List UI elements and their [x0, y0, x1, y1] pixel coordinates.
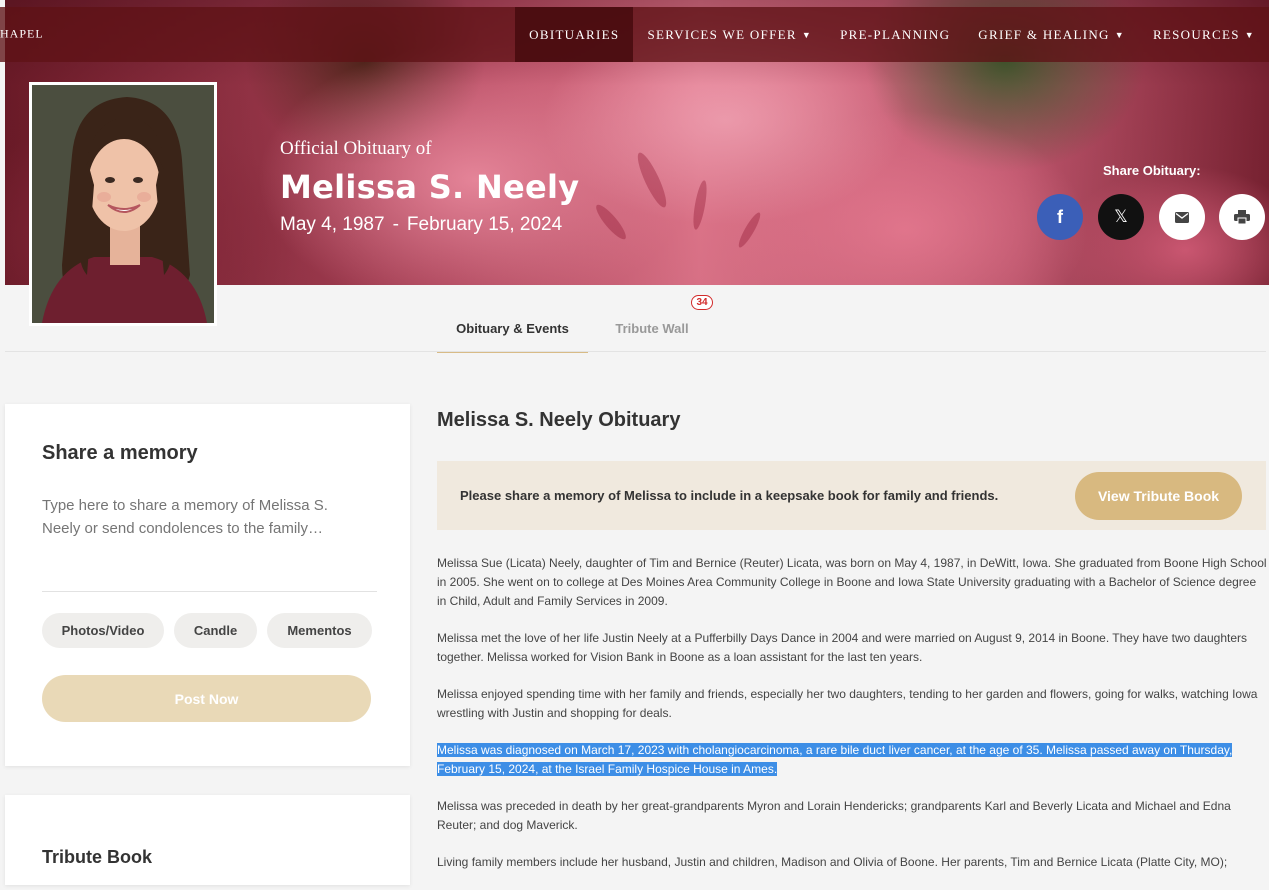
photos-video-button[interactable]: Photos/Video — [42, 613, 164, 648]
selected-text: Melissa was diagnosed on March 17, 2023 … — [437, 743, 1233, 776]
obituary-paragraph: Melissa enjoyed spending time with her f… — [437, 687, 1258, 720]
print-button[interactable] — [1219, 194, 1265, 240]
share-obituary-label: Share Obituary: — [1103, 163, 1201, 178]
x-logo-icon: 𝕏 — [1114, 207, 1128, 226]
printer-icon — [1234, 210, 1250, 224]
death-date: February 15, 2024 — [406, 214, 563, 235]
share-x-button[interactable]: 𝕏 — [1098, 194, 1144, 240]
obituary-paragraph: Living family members include her husban… — [437, 855, 1228, 869]
candle-button[interactable]: Candle — [174, 613, 257, 648]
caret-down-icon: ▼ — [1114, 29, 1125, 40]
memory-textarea[interactable] — [42, 494, 362, 594]
mail-icon — [1175, 211, 1189, 223]
obituary-paragraph-highlighted: Melissa was diagnosed on March 17, 2023 … — [437, 741, 1267, 779]
memory-divider — [42, 591, 377, 592]
life-dates: May 4, 1987- February 15, 2024 — [280, 214, 579, 236]
brand-logo-text[interactable]: HAPEL — [0, 27, 44, 42]
deceased-photo[interactable] — [29, 82, 217, 326]
date-separator: - — [392, 214, 399, 235]
obituary-paragraph: Melissa Sue (Licata) Neely, daughter of … — [437, 556, 1267, 608]
share-email-button[interactable] — [1159, 194, 1205, 240]
top-nav: HAPEL OBITUARIES SERVICES WE OFFER ▼ PRE-… — [0, 7, 1269, 62]
deceased-name: Melissa S. Neely — [280, 168, 580, 206]
hero-text: Official Obituary of Melissa S. Neely Ma… — [280, 138, 579, 236]
tabs-divider — [5, 351, 1266, 352]
caret-down-icon: ▼ — [801, 29, 813, 40]
obituary-paragraph: Melissa was preceded in death by her gre… — [437, 799, 1231, 832]
birth-date: May 4, 1987 — [280, 214, 385, 235]
nav-pre-planning[interactable]: PRE-PLANNING — [826, 7, 964, 62]
nav-services[interactable]: SERVICES WE OFFER ▼ — [633, 7, 826, 62]
nav-resources[interactable]: RESOURCES ▼ — [1139, 7, 1269, 62]
mementos-button[interactable]: Mementos — [267, 613, 372, 648]
obituary-body: Melissa Sue (Licata) Neely, daughter of … — [437, 554, 1267, 890]
nav-grief-healing[interactable]: GRIEF & HEALING ▼ — [964, 7, 1139, 62]
tab-tribute-wall[interactable]: Tribute Wall — [600, 305, 704, 351]
obituary-heading: Melissa S. Neely Obituary — [437, 409, 681, 431]
facebook-icon: f — [1057, 206, 1063, 227]
tribute-banner-message: Please share a memory of Melissa to incl… — [460, 488, 999, 503]
share-memory-card: Share a memory Photos/Video Candle Memen… — [5, 404, 410, 766]
tribute-count-badge: 34 — [691, 295, 713, 310]
tribute-book-card: Tribute Book — [5, 795, 410, 885]
nav-obituaries[interactable]: OBITUARIES — [515, 7, 634, 62]
tribute-book-title: Tribute Book — [42, 847, 153, 867]
tribute-book-banner: Please share a memory of Melissa to incl… — [437, 461, 1266, 530]
obituary-paragraph: Melissa met the love of her life Justin … — [437, 631, 1248, 664]
post-now-button[interactable]: Post Now — [42, 675, 371, 722]
share-memory-title: Share a memory — [42, 442, 198, 464]
tab-obituary-events[interactable]: Obituary & Events — [437, 305, 588, 353]
caret-down-icon: ▼ — [1244, 29, 1255, 40]
view-tribute-book-button[interactable]: View Tribute Book — [1075, 472, 1242, 520]
share-facebook-button[interactable]: f — [1037, 194, 1083, 240]
official-obituary-label: Official Obituary of — [280, 138, 432, 159]
